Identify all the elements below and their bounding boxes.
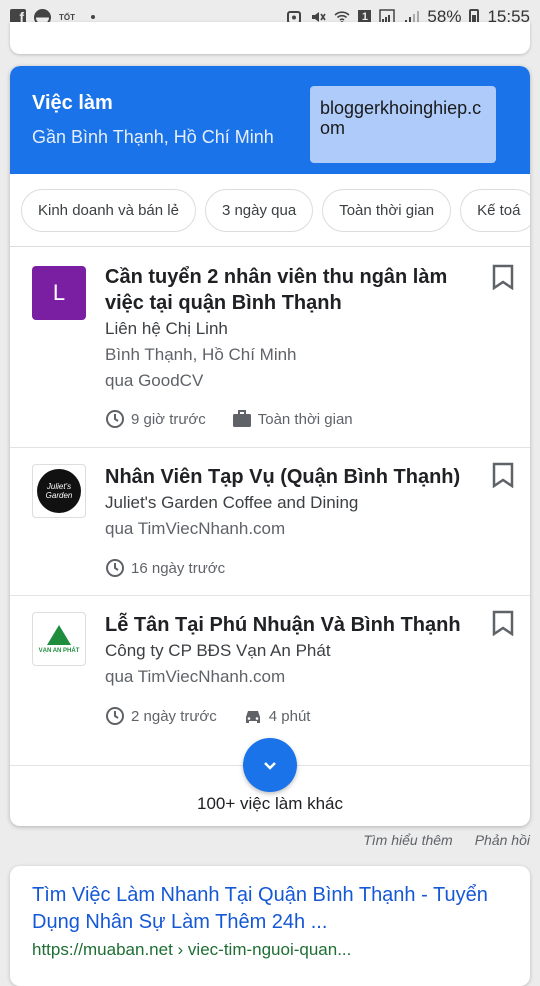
chip-date[interactable]: 3 ngày qua [204, 188, 314, 232]
job-meta: 9 giờ trước Toàn thời gian [105, 409, 353, 429]
clock-icon [106, 707, 124, 725]
posted-time: 9 giờ trước [131, 410, 206, 428]
job-source: qua TimViecNhanh.com [105, 667, 286, 686]
jobs-header[interactable]: Việc làm Gần Bình Thạnh, Hồ Chí Minh blo… [10, 66, 530, 174]
job-meta: 2 ngày trước 4 phút [105, 706, 310, 726]
briefcase-icon [232, 410, 251, 427]
posted-time: 16 ngày trước [131, 559, 226, 577]
job-location: Bình Thạnh, Hồ Chí Minh [105, 345, 297, 364]
bookmark-icon[interactable] [492, 264, 514, 290]
van-an-phat-logo-shape [47, 624, 71, 645]
job-source: qua GoodCV [105, 371, 204, 390]
dot-icon [91, 15, 95, 19]
job-listing-1[interactable]: L Cần tuyển 2 nhân viên thu ngân làm việ… [10, 248, 530, 448]
watermark: bloggerkhoinghiep.com [310, 86, 496, 163]
job-title[interactable]: Lễ Tân Tại Phú Nhuận Và Bình Thạnh [105, 612, 485, 638]
job-listing-2[interactable]: Juliet's Garden Nhân Viên Tạp Vụ (Quận B… [10, 448, 530, 596]
posted-time: 2 ngày trước [131, 707, 217, 725]
filter-chips: Kinh doanh và bán lẻ 3 ngày qua Toàn thờ… [10, 174, 530, 247]
result-url[interactable]: https://muaban.net › viec-tim-nguoi-quan… [32, 940, 508, 960]
jobs-card: Việc làm Gần Bình Thạnh, Hồ Chí Minh blo… [10, 66, 530, 826]
job-company: Công ty CP BĐS Vạn An Phát [105, 641, 331, 660]
job-title[interactable]: Nhân Viên Tạp Vụ (Quận Bình Thạnh) [105, 464, 485, 490]
car-icon [245, 711, 260, 723]
chip-accounting[interactable]: Kế toá [460, 188, 530, 232]
job-source: qua TimViecNhanh.com [105, 519, 286, 538]
commute-time: 4 phút [268, 707, 311, 725]
clock-icon [106, 559, 124, 577]
search-result: Tìm Việc Làm Nhanh Tại Quận Bình Thạnh -… [10, 866, 530, 986]
van-an-phat-logo-text: VẠN AN PHÁT [38, 647, 80, 654]
job-company: Juliet's Garden Coffee and Dining [105, 493, 359, 512]
bookmark-icon[interactable] [492, 610, 514, 636]
job-type: Toàn thời gian [257, 410, 353, 428]
job-meta: 16 ngày trước [105, 558, 225, 578]
job-title[interactable]: Cần tuyển 2 nhân viên thu ngân làm việc … [105, 264, 465, 316]
company-logo: Juliet's Garden [32, 464, 86, 518]
chip-fulltime[interactable]: Toàn thời gian [322, 188, 452, 232]
chip-business[interactable]: Kinh doanh và bán lẻ [21, 188, 196, 232]
tot-app-icon: TỐT [59, 12, 75, 22]
job-company: Liên hệ Chị Linh [105, 319, 228, 338]
company-logo: L [32, 266, 86, 320]
more-jobs-link[interactable]: 100+ việc làm khác [10, 794, 530, 814]
learn-more-link[interactable]: Tìm hiểu thêm [363, 832, 452, 848]
previous-card [10, 22, 530, 54]
clock-icon [106, 410, 124, 428]
expand-more-button[interactable] [243, 738, 297, 792]
feedback-link[interactable]: Phản hồi [475, 832, 530, 848]
company-logo: VẠN AN PHÁT [32, 612, 86, 666]
chevron-down-icon [264, 762, 276, 770]
bookmark-icon[interactable] [492, 462, 514, 488]
juliet-logo-text: Juliet's Garden [37, 469, 81, 513]
card-footer: Tìm hiểu thêm Phản hồi [363, 832, 530, 848]
result-title-link[interactable]: Tìm Việc Làm Nhanh Tại Quận Bình Thạnh -… [32, 882, 508, 936]
